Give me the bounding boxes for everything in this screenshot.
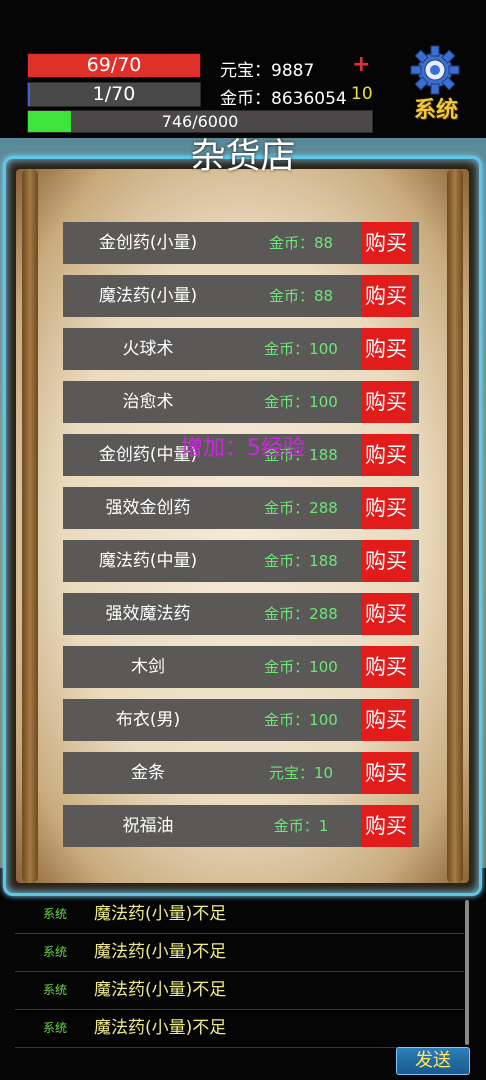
chat-message: 魔法药(小量)不足 <box>94 942 227 962</box>
item-name: 魔法药(小量) <box>98 286 198 306</box>
chat-channel-tag: 系统 <box>43 945 68 959</box>
item-name: 金创药(中量) <box>98 445 198 465</box>
chat-row: 系统 魔法药(小量)不足 <box>15 896 464 934</box>
shop-item-list: 金创药(小量) 金币：88 购买 魔法药(小量) 金币：88 购买 火球术 金币… <box>63 222 419 858</box>
gear-icon <box>410 45 460 95</box>
mp-bar: 1/70 <box>27 82 201 107</box>
shop-item: 魔法药(小量) 金币：88 购买 <box>63 275 419 317</box>
chat-channel-tag: 系统 <box>43 1021 68 1035</box>
shop-item: 魔法药(中量) 金币：188 购买 <box>63 540 419 582</box>
item-price: 金币：100 <box>264 658 338 676</box>
shop-item: 布衣(男) 金币：100 购买 <box>63 699 419 741</box>
chat-message: 魔法药(小量)不足 <box>94 980 227 1000</box>
buy-button[interactable]: 购买 <box>361 593 419 635</box>
buy-button[interactable]: 购买 <box>361 275 419 317</box>
item-name: 布衣(男) <box>115 710 181 730</box>
system-button-label: 系统 <box>413 98 458 123</box>
item-price: 金币：288 <box>264 605 338 623</box>
item-price: 金币：88 <box>268 287 334 305</box>
shop-item: 木剑 金币：100 购买 <box>63 646 419 688</box>
shop-item: 治愈术 金币：100 购买 <box>63 381 419 423</box>
item-name: 金创药(小量) <box>98 233 198 253</box>
shop-item: 金创药(中量) 金币：188 购买 <box>63 434 419 476</box>
shop-item: 祝福油 金币：1 购买 <box>63 805 419 847</box>
buy-button[interactable]: 购买 <box>361 434 419 476</box>
buy-button[interactable]: 购买 <box>361 381 419 423</box>
chat-row: 系统 魔法药(小量)不足 <box>15 934 464 972</box>
chat-message: 魔法药(小量)不足 <box>94 1018 227 1038</box>
chat-row: 系统 魔法药(小量)不足 <box>15 972 464 1010</box>
buy-button[interactable]: 购买 <box>361 487 419 529</box>
item-price: 元宝：10 <box>268 764 334 782</box>
chat-log: 系统 魔法药(小量)不足 系统 魔法药(小量)不足 系统 魔法药(小量)不足 系… <box>15 896 464 1048</box>
shop-item: 金条 元宝：10 购买 <box>63 752 419 794</box>
item-price: 金币：88 <box>268 234 334 252</box>
item-name: 火球术 <box>122 339 174 359</box>
chat-channel-tag: 系统 <box>43 907 68 921</box>
shop-title: 杂货店 <box>190 137 296 177</box>
add-yuanbao-button[interactable]: + <box>352 52 370 77</box>
item-price: 金币：188 <box>264 446 338 464</box>
buy-button[interactable]: 购买 <box>361 805 419 847</box>
send-button[interactable]: 发送 <box>396 1047 470 1075</box>
shop-item: 强效魔法药 金币：288 购买 <box>63 593 419 635</box>
item-name: 强效魔法药 <box>105 604 191 624</box>
mp-fill <box>28 83 30 106</box>
item-name: 治愈术 <box>122 392 174 412</box>
chat-channel-tag: 系统 <box>43 983 68 997</box>
shop-item: 火球术 金币：100 购买 <box>63 328 419 370</box>
buy-button[interactable]: 购买 <box>361 540 419 582</box>
item-name: 魔法药(中量) <box>98 551 198 571</box>
item-price: 金币：100 <box>264 711 338 729</box>
item-name: 木剑 <box>131 657 165 677</box>
shop-item: 金创药(小量) 金币：88 购买 <box>63 222 419 264</box>
chat-message: 魔法药(小量)不足 <box>94 904 227 924</box>
item-price: 金币：288 <box>264 499 338 517</box>
yuanbao-counter: 元宝：9887 <box>220 61 315 81</box>
item-price: 金币：100 <box>264 393 338 411</box>
item-price: 金币：1 <box>273 817 329 835</box>
gold-counter: 金币：8636054 <box>220 89 347 109</box>
shop-item: 强效金创药 金币：288 购买 <box>63 487 419 529</box>
system-button[interactable]: 系统 <box>405 44 467 123</box>
item-price: 金币：188 <box>264 552 338 570</box>
item-name: 金条 <box>131 763 165 783</box>
chat-scrollbar[interactable] <box>465 900 469 1045</box>
mp-text: 1/70 <box>92 83 136 105</box>
item-name: 强效金创药 <box>105 498 191 518</box>
buy-button[interactable]: 购买 <box>361 699 419 741</box>
chat-row: 系统 魔法药(小量)不足 <box>15 1010 464 1048</box>
hp-bar: 69/70 <box>27 53 201 78</box>
item-price: 金币：100 <box>264 340 338 358</box>
buy-button[interactable]: 购买 <box>361 222 419 264</box>
buy-button[interactable]: 购买 <box>361 328 419 370</box>
buy-button[interactable]: 购买 <box>361 752 419 794</box>
buy-button[interactable]: 购买 <box>361 646 419 688</box>
hp-text: 69/70 <box>86 54 142 76</box>
item-name: 祝福油 <box>122 816 174 836</box>
gold-extra-value: 10 <box>351 84 373 104</box>
